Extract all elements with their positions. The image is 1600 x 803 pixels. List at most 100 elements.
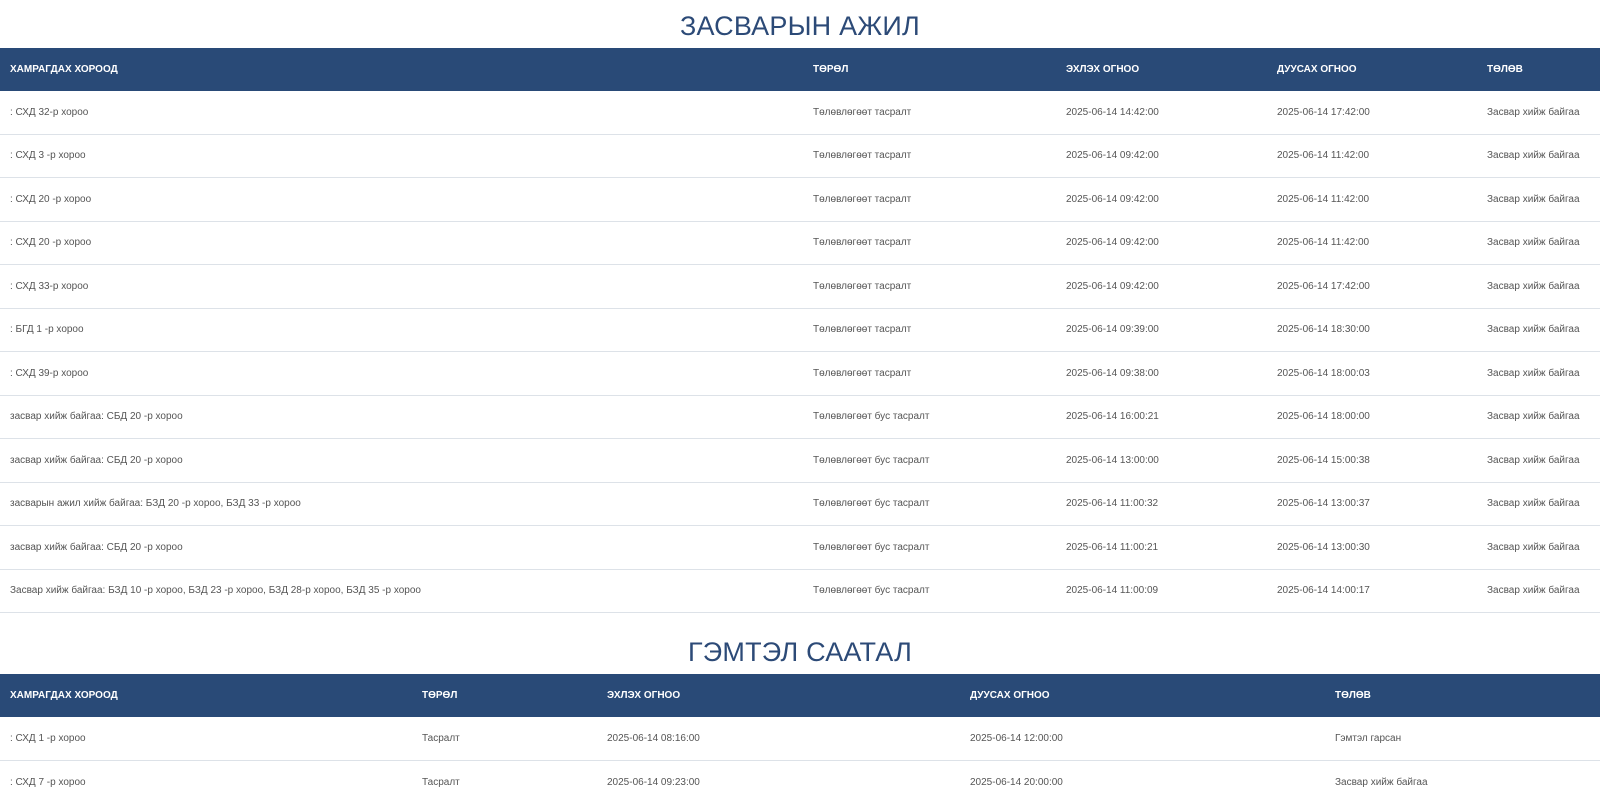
cell-type: Төлөвлөгөөт тасралт [803,91,1056,135]
cell-status: Гэмтэл гарсан [1325,717,1600,761]
table-row: засвар хийж байгаа: СБД 20 -р хороо Төлө… [0,438,1600,483]
column-header-type: ТӨРӨЛ [813,64,849,75]
cell-type: Төлөвлөгөөт бус тасралт [803,482,1056,526]
cell-end-date: 2025-06-14 12:00:00 [960,717,1325,761]
cell-type: Төлөвлөгөөт тасралт [803,264,1056,309]
cell-wards: : СХД 33-р хороо [0,264,803,309]
cell-status: Засвар хийж байгаа [1477,569,1600,613]
column-header-start-date: ЭХЛЭХ ОГНОО [607,690,681,701]
cell-wards: : СХД 7 -р хороо [10,777,86,788]
table-row: : СХД 32-р хороо Төлөвлөгөөт тасралт 202… [0,91,1600,135]
cell-status: Засвар хийж байгаа [1335,777,1428,788]
cell-wards: засвар хийж байгаа: СБД 20 -р хороо [0,525,803,570]
cell-type: Төлөвлөгөөт тасралт [803,221,1056,265]
table-row: засвар хийж байгаа: СБД 20 -р хороо Төлө… [0,395,1600,439]
repair-section-title: ЗАСВАРЫН АЖИЛ [680,11,920,41]
column-header-end-date: ДУУСАХ ОГНОО [1277,64,1357,75]
cell-wards: : СХД 20 -р хороо [0,177,803,222]
failure-section-title: ГЭМТЭЛ СААТАЛ [687,637,913,667]
cell-wards: : СХД 1 -р хороо [0,717,412,761]
column-header-status: ТӨЛӨВ [1487,64,1523,75]
cell-start-date: 2025-06-14 13:00:00 [1056,438,1267,483]
failure-table-header-row: ХАМРАГДАХ ХОРООД ТӨРӨЛ ЭХЛЭХ ОГНОО ДУУСА… [0,674,1600,717]
table-row: : СХД 3 -р хороо Төлөвлөгөөт тасралт 202… [0,134,1600,178]
table-row: : БГД 1 -р хороо Төлөвлөгөөт тасралт 202… [0,308,1600,352]
cell-end-date: 2025-06-14 11:42:00 [1267,134,1477,178]
cell-start-date: 2025-06-14 11:00:09 [1056,569,1267,613]
cell-status: Засвар хийж байгаа [1477,221,1600,265]
cell-status: Засвар хийж байгаа [1477,351,1600,396]
cell-end-date: 2025-06-14 15:00:38 [1267,438,1477,483]
cell-status: Засвар хийж байгаа [1477,264,1600,309]
repair-table-header-row: ХАМРАГДАХ ХОРООД ТӨРӨЛ ЭХЛЭХ ОГНОО ДУУСА… [0,48,1600,91]
cell-status: Засвар хийж байгаа [1477,482,1600,526]
cell-type: Төлөвлөгөөт тасралт [803,177,1056,222]
cell-status: Засвар хийж байгаа [1477,134,1600,178]
cell-start-date: 2025-06-14 09:39:00 [1056,308,1267,352]
cell-wards: : СХД 3 -р хороо [0,134,803,178]
cell-type: Төлөвлөгөөт бус тасралт [803,395,1056,439]
cell-wards: : СХД 32-р хороо [0,91,803,135]
cell-wards: засвар хийж байгаа: СБД 20 -р хороо [0,395,803,439]
failure-table: ХАМРАГДАХ ХОРООД ТӨРӨЛ ЭХЛЭХ ОГНОО ДУУСА… [0,674,1600,803]
table-row: : СХД 7 -р хороо Тасралт 2025-06-14 09:2… [0,761,1600,803]
cell-end-date: 2025-06-14 20:00:00 [970,777,1063,788]
table-row: : СХД 33-р хороо Төлөвлөгөөт тасралт 202… [0,264,1600,309]
table-row: засвар хийж байгаа: СБД 20 -р хороо Төлө… [0,525,1600,570]
cell-start-date: 2025-06-14 16:00:21 [1056,395,1267,439]
cell-start-date: 2025-06-14 14:42:00 [1056,91,1267,135]
cell-wards: : БГД 1 -р хороо [0,308,803,352]
table-row: Засвар хийж байгаа: БЗД 10 -р хороо, БЗД… [0,569,1600,613]
table-row: : СХД 20 -р хороо Төлөвлөгөөт тасралт 20… [0,221,1600,265]
cell-end-date: 2025-06-14 11:42:00 [1267,221,1477,265]
table-row: : СХД 20 -р хороо Төлөвлөгөөт тасралт 20… [0,177,1600,222]
cell-end-date: 2025-06-14 13:00:30 [1267,525,1477,570]
column-header-type: ТӨРӨЛ [422,690,458,701]
cell-wards: засвар хийж байгаа: СБД 20 -р хороо [0,438,803,483]
cell-type: Төлөвлөгөөт тасралт [803,134,1056,178]
cell-start-date: 2025-06-14 09:42:00 [1056,264,1267,309]
cell-start-date: 2025-06-14 09:42:00 [1056,134,1267,178]
cell-end-date: 2025-06-14 18:30:00 [1267,308,1477,352]
cell-type: Төлөвлөгөөт тасралт [803,351,1056,396]
table-row: : СХД 1 -р хороо Тасралт 2025-06-14 08:1… [0,717,1600,761]
cell-wards: : СХД 20 -р хороо [0,221,803,265]
cell-type: Төлөвлөгөөт бус тасралт [803,438,1056,483]
table-row: : СХД 39-р хороо Төлөвлөгөөт тасралт 202… [0,351,1600,396]
column-header-status: ТӨЛӨВ [1335,690,1371,701]
cell-status: Засвар хийж байгаа [1477,177,1600,222]
column-header-end-date: ДУУСАХ ОГНОО [970,690,1050,701]
cell-type: Төлөвлөгөөт тасралт [803,308,1056,352]
cell-end-date: 2025-06-14 18:00:00 [1267,395,1477,439]
cell-type: Тасралт [422,777,460,788]
cell-wards: Засвар хийж байгаа: БЗД 10 -р хороо, БЗД… [0,569,803,613]
cell-status: Засвар хийж байгаа [1477,395,1600,439]
cell-end-date: 2025-06-14 14:00:17 [1267,569,1477,613]
cell-start-date: 2025-06-14 09:38:00 [1056,351,1267,396]
cell-type: Тасралт [412,717,597,761]
column-header-wards: ХАМРАГДАХ ХОРООД [10,64,118,75]
cell-start-date: 2025-06-14 11:00:21 [1056,525,1267,570]
cell-type: Төлөвлөгөөт бус тасралт [803,569,1056,613]
cell-end-date: 2025-06-14 17:42:00 [1267,264,1477,309]
cell-start-date: 2025-06-14 09:23:00 [607,777,700,788]
cell-start-date: 2025-06-14 09:42:00 [1056,177,1267,222]
cell-start-date: 2025-06-14 08:16:00 [597,717,960,761]
cell-end-date: 2025-06-14 11:42:00 [1267,177,1477,222]
cell-status: Засвар хийж байгаа [1477,438,1600,483]
cell-wards: засварын ажил хийж байгаа: БЗД 20 -р хор… [0,482,803,526]
cell-status: Засвар хийж байгаа [1477,91,1600,135]
repair-table: ХАМРАГДАХ ХОРООД ТӨРӨЛ ЭХЛЭХ ОГНОО ДУУСА… [0,48,1600,613]
cell-status: Засвар хийж байгаа [1477,525,1600,570]
column-header-start-date: ЭХЛЭХ ОГНОО [1066,64,1140,75]
cell-end-date: 2025-06-14 18:00:03 [1267,351,1477,396]
cell-status: Засвар хийж байгаа [1477,308,1600,352]
cell-type: Төлөвлөгөөт бус тасралт [803,525,1056,570]
cell-start-date: 2025-06-14 11:00:32 [1056,482,1267,526]
cell-start-date: 2025-06-14 09:42:00 [1056,221,1267,265]
table-row: засварын ажил хийж байгаа: БЗД 20 -р хор… [0,482,1600,526]
cell-wards: : СХД 39-р хороо [0,351,803,396]
cell-end-date: 2025-06-14 17:42:00 [1267,91,1477,135]
cell-end-date: 2025-06-14 13:00:37 [1267,482,1477,526]
column-header-wards: ХАМРАГДАХ ХОРООД [10,690,118,701]
